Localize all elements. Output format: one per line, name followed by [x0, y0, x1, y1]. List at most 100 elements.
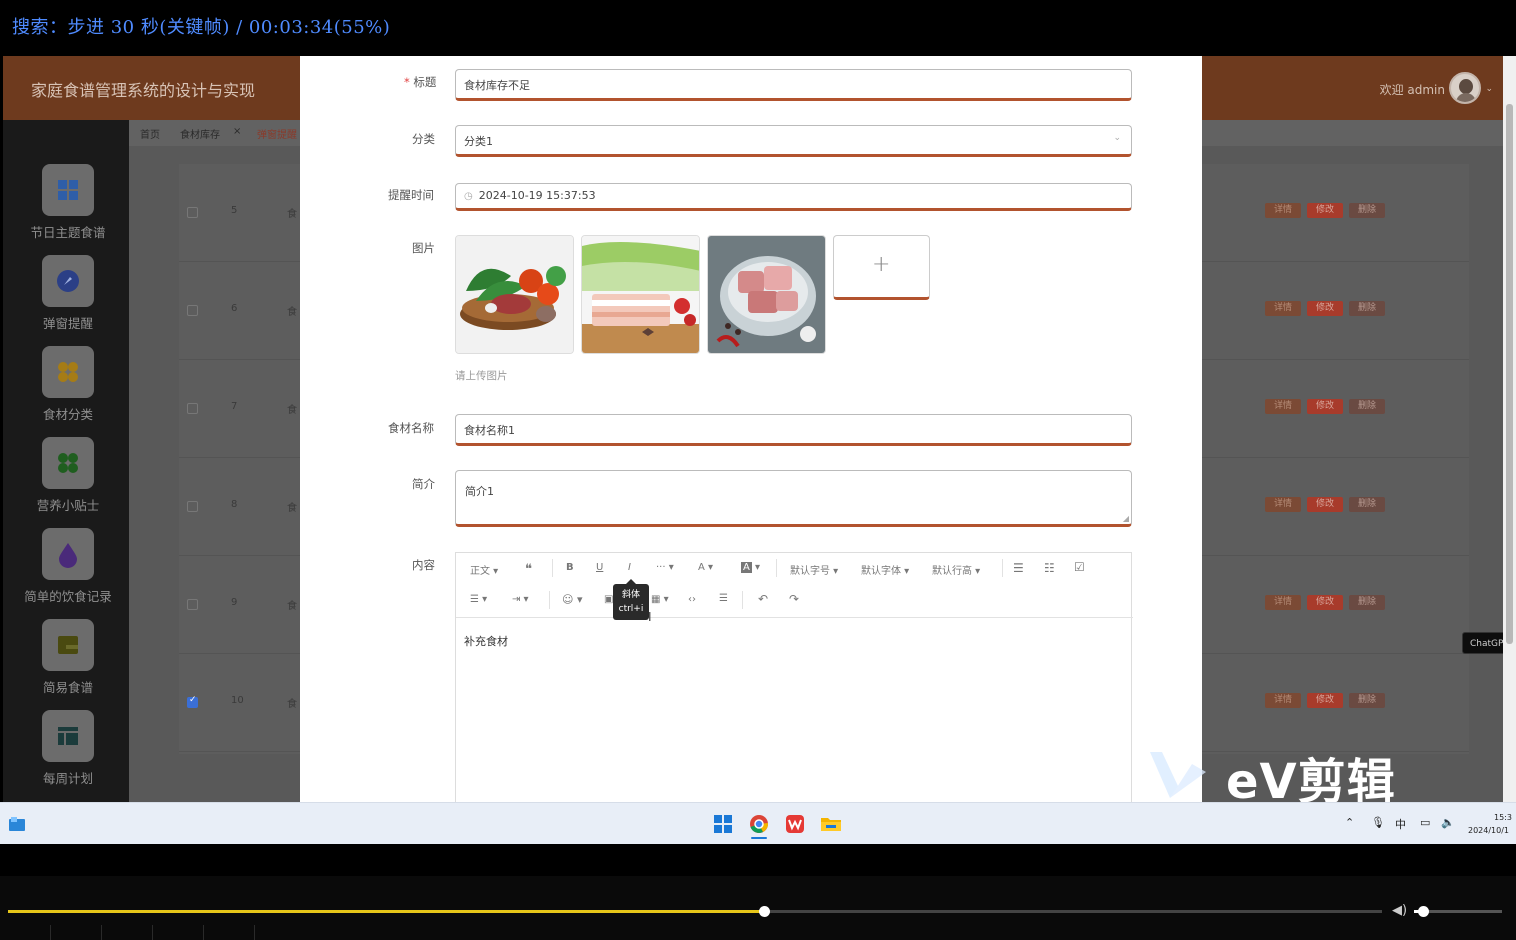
content-label: 内容: [412, 558, 435, 572]
row-checkbox[interactable]: [187, 305, 198, 316]
intro-textarea[interactable]: 简介1 ◢: [455, 470, 1132, 527]
redo-icon[interactable]: ↷: [789, 592, 799, 606]
line-height-dropdown[interactable]: 默认行高 ▾: [932, 562, 980, 577]
quote-icon[interactable]: ❝: [525, 562, 532, 577]
tab-popup-reminder[interactable]: 弹窗提醒: [257, 126, 297, 141]
uploaded-image-pork-belly[interactable]: [581, 235, 700, 354]
volume-handle[interactable]: [1418, 906, 1429, 917]
row-text: 食: [287, 209, 297, 220]
edit-button[interactable]: 修改: [1307, 399, 1343, 414]
chrome-icon[interactable]: [749, 814, 769, 834]
edit-button[interactable]: 修改: [1307, 301, 1343, 316]
sidebar-item-ingredient-category[interactable]: 食材分类: [3, 346, 129, 434]
avatar[interactable]: [1449, 72, 1481, 104]
category-select[interactable]: 分类1 ⌄: [455, 125, 1132, 157]
align-icon[interactable]: ☰ ▾: [470, 594, 487, 605]
row-checkbox[interactable]: [187, 501, 198, 512]
italic-icon[interactable]: I: [628, 562, 631, 573]
wps-office-icon[interactable]: [785, 814, 805, 834]
tab-ingredient-stock[interactable]: 食材库存: [180, 126, 220, 141]
delete-button[interactable]: 删除: [1349, 203, 1385, 218]
emoji-icon[interactable]: ☺ ▾: [562, 593, 583, 606]
todo-checkbox-icon[interactable]: ☑: [1074, 560, 1085, 574]
taskbar-date[interactable]: 2024/10/1: [1468, 826, 1509, 835]
microphone-icon[interactable]: 🎙: [1371, 816, 1385, 829]
editor-content[interactable]: 补充食材: [464, 633, 508, 649]
intro-value: 简介1: [465, 485, 494, 498]
bold-icon[interactable]: B: [566, 562, 574, 573]
detail-button[interactable]: 详情: [1265, 693, 1301, 708]
chevron-down-icon[interactable]: ▾: [755, 562, 760, 573]
detail-button[interactable]: 详情: [1265, 301, 1301, 316]
file-explorer-icon[interactable]: [820, 815, 842, 833]
edit-button[interactable]: 修改: [1307, 497, 1343, 512]
tab-home[interactable]: 首页: [140, 126, 160, 141]
scrollbar-thumb[interactable]: [1506, 104, 1513, 644]
row-checkbox-checked[interactable]: [187, 695, 198, 708]
uploaded-image-vegetables[interactable]: [455, 235, 574, 354]
page-scrollbar[interactable]: [1503, 56, 1516, 802]
bulleted-list-icon[interactable]: ☰: [1013, 561, 1024, 575]
app-title: 家庭食谱管理系统的设计与实现: [31, 81, 256, 100]
sidebar-item-weekly-plan[interactable]: 每周计划: [3, 710, 129, 798]
resize-handle-icon[interactable]: ◢: [1123, 514, 1129, 523]
paragraph-format-dropdown[interactable]: 正文 ▾: [470, 562, 498, 577]
remind-time-picker[interactable]: ◷ 2024-10-19 15:37:53: [455, 183, 1132, 211]
tab-close-icon[interactable]: ×: [233, 126, 241, 137]
show-hidden-icons-icon[interactable]: ⌃: [1345, 816, 1354, 829]
edit-button[interactable]: 修改: [1307, 595, 1343, 610]
clock-icon: ◷: [464, 191, 473, 202]
detail-button[interactable]: 详情: [1265, 595, 1301, 610]
font-size-dropdown[interactable]: 默认字号 ▾: [790, 562, 838, 577]
title-input[interactable]: 食材库存不足: [455, 69, 1132, 101]
edit-button[interactable]: 修改: [1307, 203, 1343, 218]
edit-button[interactable]: 修改: [1307, 693, 1343, 708]
divider-line-icon[interactable]: ☰: [719, 593, 728, 604]
sidebar-item-diet-record[interactable]: 简单的饮食记录: [3, 528, 129, 616]
edit-reminder-dialog: * 标题 食材库存不足 分类 分类1 ⌄ 提醒时间 ◷ 2024-10-19 15…: [300, 56, 1202, 802]
seek-handle[interactable]: [759, 906, 770, 917]
widgets-icon[interactable]: [8, 816, 26, 832]
indent-icon[interactable]: ⇥ ▾: [512, 594, 529, 605]
volume-icon[interactable]: 🔈: [1441, 816, 1455, 829]
table-icon[interactable]: ▦ ▾: [651, 594, 669, 605]
delete-button[interactable]: 删除: [1349, 399, 1385, 414]
drop-icon: [42, 528, 94, 580]
uploaded-image-ribs[interactable]: [707, 235, 826, 354]
background-color-icon[interactable]: A: [741, 562, 752, 573]
detail-button[interactable]: 详情: [1265, 497, 1301, 512]
speaker-icon[interactable]: ◀): [1392, 903, 1407, 918]
detail-button[interactable]: 详情: [1265, 203, 1301, 218]
taskbar-time[interactable]: 15:3: [1494, 813, 1512, 822]
delete-button[interactable]: 删除: [1349, 301, 1385, 316]
underline-icon[interactable]: U: [596, 562, 603, 573]
font-family-dropdown[interactable]: 默认字体 ▾: [861, 562, 909, 577]
ev-logo-icon: [1150, 752, 1206, 798]
image-upload-button[interactable]: +: [833, 235, 930, 300]
detail-button[interactable]: 详情: [1265, 399, 1301, 414]
sidebar-item-simple-recipes[interactable]: 简易食谱: [3, 619, 129, 707]
network-icon[interactable]: ▭: [1420, 816, 1430, 829]
sidebar-item-holiday-recipes[interactable]: 节日主题食谱: [3, 164, 129, 252]
chevron-down-icon[interactable]: ⌄: [1485, 84, 1493, 94]
row-checkbox[interactable]: [187, 207, 198, 218]
row-checkbox[interactable]: [187, 599, 198, 610]
code-icon[interactable]: ‹›: [688, 594, 696, 605]
four-dots-green-icon: [42, 437, 94, 489]
more-format-icon[interactable]: ··· ▾: [656, 562, 674, 573]
delete-button[interactable]: 删除: [1349, 497, 1385, 512]
numbered-list-icon[interactable]: ☷: [1044, 561, 1055, 575]
font-color-icon[interactable]: A ▾: [698, 562, 713, 573]
delete-button[interactable]: 删除: [1349, 595, 1385, 610]
ingredient-name-input[interactable]: 食材名称1: [455, 414, 1132, 446]
windows-start-icon[interactable]: [713, 814, 733, 834]
sidebar-item-nutrition-tips[interactable]: 营养小贴士: [3, 437, 129, 525]
sidebar-item-label: 节日主题食谱: [30, 225, 106, 240]
undo-icon[interactable]: ↶: [758, 592, 768, 606]
ime-indicator[interactable]: 中: [1395, 816, 1406, 832]
sidebar-item-label: 简易食谱: [42, 680, 93, 695]
seek-bar[interactable]: [8, 910, 1382, 913]
delete-button[interactable]: 删除: [1349, 693, 1385, 708]
sidebar-item-popup-reminder[interactable]: 弹窗提醒: [3, 255, 129, 343]
row-checkbox[interactable]: [187, 403, 198, 414]
